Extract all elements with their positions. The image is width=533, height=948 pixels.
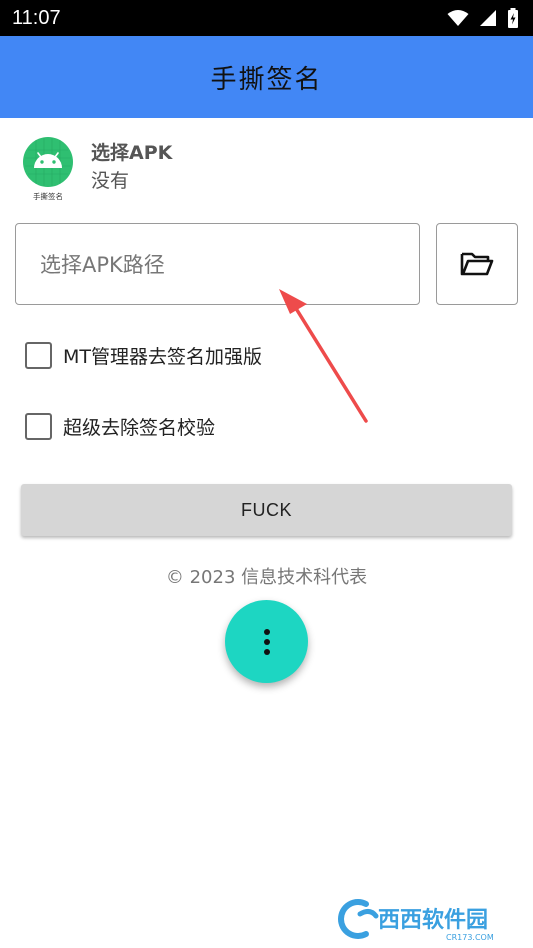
status-time: 11:07 [12, 6, 61, 29]
folder-open-icon [460, 252, 494, 276]
fuck-button-label: FUCK [241, 499, 292, 520]
option-mt-enhanced-label: MT管理器去签名加强版 [63, 346, 262, 368]
option-super-remove-label: 超级去除签名校验 [63, 417, 216, 439]
copyright-text: © 2023 信息技术科代表 [165, 567, 368, 588]
more-options-fab[interactable] [225, 600, 308, 683]
signal-icon [480, 10, 496, 26]
watermark-sub: CR173.COM [446, 933, 494, 942]
app-bar: 手撕签名 [0, 36, 533, 118]
android-app-icon: 手撕签名 [23, 137, 73, 201]
option-mt-enhanced-checkbox[interactable] [25, 342, 52, 369]
more-vertical-icon [263, 628, 270, 655]
battery-charging-icon [508, 8, 518, 28]
option-super-remove-checkbox[interactable] [25, 413, 52, 440]
option-mt-enhanced[interactable]: MT管理器去签名加强版 [25, 342, 262, 369]
fuck-button[interactable]: FUCK [21, 484, 512, 536]
option-super-remove[interactable]: 超级去除签名校验 [25, 413, 215, 440]
apk-path-input[interactable]: 选择APK路径 [15, 223, 420, 305]
apk-info: 手撕签名 选择APK 没有 [22, 134, 502, 204]
wifi-icon [447, 10, 469, 26]
status-bar: 11:07 [0, 0, 533, 36]
apk-status: 没有 [91, 170, 130, 192]
watermark-text: 西西软件园 [378, 907, 488, 933]
apk-path-placeholder: 选择APK路径 [40, 253, 165, 277]
apk-name: 选择APK [91, 142, 173, 164]
watermark-logo: 西西软件园 CR173.COM [336, 896, 526, 942]
status-icons [447, 8, 519, 28]
app-icon-caption: 手撕签名 [33, 191, 63, 201]
watermark-emblem-icon: 西西软件园 CR173.COM [338, 899, 494, 942]
browse-folder-button[interactable] [436, 223, 518, 305]
app-title: 手撕签名 [210, 64, 323, 95]
